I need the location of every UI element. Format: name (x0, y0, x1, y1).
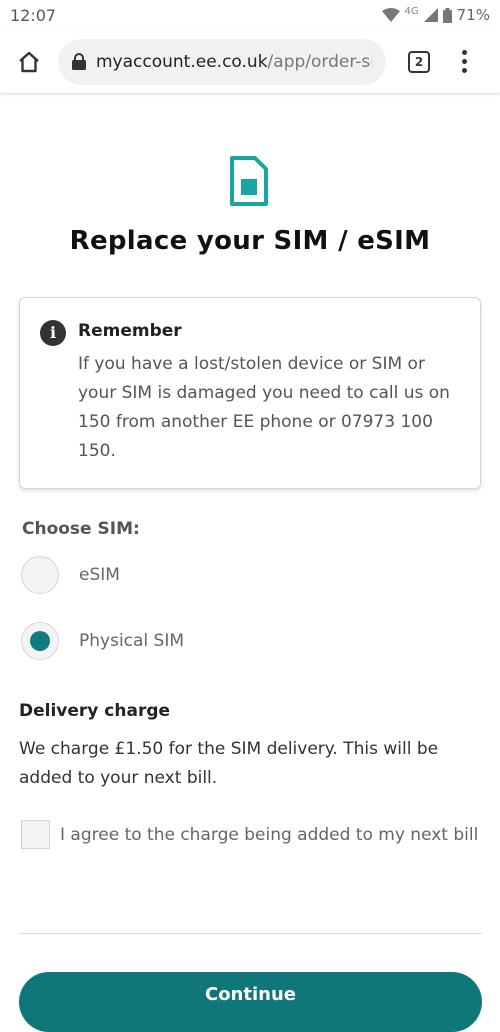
choose-sim-label: Choose SIM: (22, 519, 140, 539)
radio-option-physical-sim[interactable]: Physical SIM (21, 622, 184, 660)
delivery-charge-title: Delivery charge (19, 701, 171, 721)
tab-count: 2 (414, 54, 424, 69)
menu-dot-icon (461, 68, 467, 73)
wifi-icon (381, 8, 400, 22)
home-icon (19, 51, 39, 72)
tab-switcher-button[interactable]: 2 (408, 50, 430, 73)
continue-button[interactable]: Continue (19, 972, 482, 1032)
browser-toolbar: myaccount.ee.co.uk/app/order-si 2 (0, 30, 500, 94)
agree-checkbox[interactable] (21, 820, 50, 849)
url-host: myaccount.ee.co.uk (96, 51, 268, 72)
radio-button-esim[interactable] (21, 556, 59, 594)
radio-selected-dot (30, 631, 50, 651)
remember-title: Remember (78, 321, 182, 341)
url-path: /app/order-si (267, 51, 372, 72)
battery-icon (442, 7, 452, 23)
page-title: Replace your SIM / eSIM (69, 226, 431, 256)
signal-icon (423, 8, 438, 22)
agree-label[interactable]: I agree to the charge being added to my … (60, 821, 480, 850)
agree-checkbox-row[interactable]: I agree to the charge being added to my … (21, 820, 480, 850)
radio-label-esim[interactable]: eSIM (79, 565, 120, 585)
home-button[interactable] (12, 45, 46, 79)
menu-dot-icon (461, 50, 467, 55)
network-label: 4G (404, 5, 419, 17)
address-bar[interactable]: myaccount.ee.co.uk/app/order-si (58, 38, 386, 85)
overflow-menu-button[interactable] (454, 50, 474, 73)
radio-label-physical-sim[interactable]: Physical SIM (79, 631, 184, 651)
battery-percent: 71% (456, 6, 490, 24)
sim-card-icon (230, 156, 268, 206)
remember-body: If you have a lost/stolen device or SIM … (78, 354, 450, 461)
radio-option-esim[interactable]: eSIM (21, 556, 120, 594)
menu-dot-icon (461, 59, 467, 64)
status-icons: 4G 71% (381, 5, 490, 24)
delivery-charge-body: We charge £1.50 for the SIM delivery. Th… (19, 739, 439, 788)
url-text: myaccount.ee.co.uk/app/order-si (96, 52, 372, 72)
status-bar: 12:07 4G 71% (0, 0, 500, 30)
info-icon: i (40, 320, 66, 346)
lock-icon (72, 53, 86, 70)
divider (19, 933, 482, 934)
status-time: 12:07 (10, 5, 57, 25)
remember-notice: i Remember If you have a lost/stolen dev… (19, 297, 481, 489)
radio-button-physical-sim[interactable] (21, 622, 59, 660)
